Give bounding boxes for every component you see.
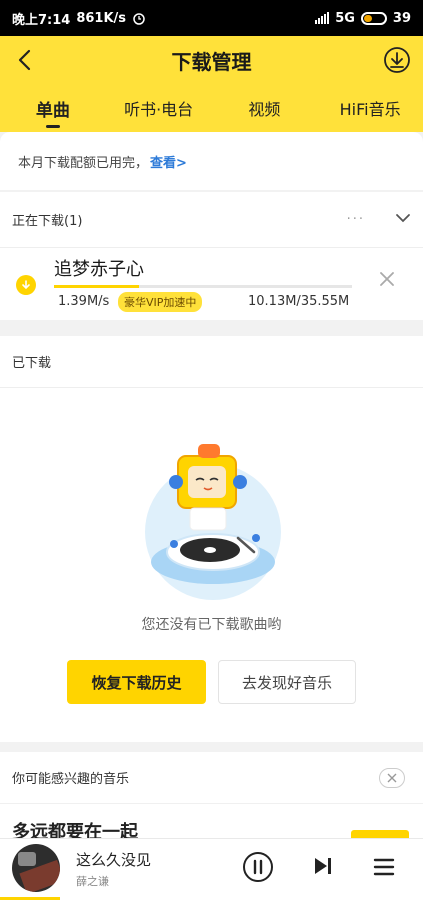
downloaded-header: 已下载: [0, 336, 423, 388]
playlist-icon[interactable]: [372, 855, 396, 879]
status-speed: 861K/s: [76, 10, 127, 26]
battery-level: 39: [392, 10, 411, 26]
player-song-title[interactable]: 这么久没见: [76, 849, 151, 870]
close-icon: [387, 773, 397, 783]
status-bar: 晚上7:14 861K/s 5G 39: [0, 0, 423, 36]
download-item[interactable]: 追梦赤子心 1.39M/s 豪华VIP加速中 10.13M/35.55M: [0, 249, 423, 320]
tab-video[interactable]: 视频: [212, 90, 318, 132]
recommend-header: 你可能感兴趣的音乐: [0, 752, 423, 804]
discover-music-button[interactable]: 去发现好音乐: [218, 660, 356, 704]
back-button[interactable]: [8, 44, 40, 76]
downloaded-section: 已下载 您还没有已下载歌曲哟 恢复下载历史 去发现好音乐: [0, 336, 423, 742]
downloaded-title: 已下载: [12, 356, 52, 371]
tab-bar: 单曲 听书·电台 视频 HiFi音乐: [0, 90, 423, 132]
recommend-close-button[interactable]: [379, 768, 405, 788]
tab-audiobooks-radio[interactable]: 听书·电台: [106, 90, 212, 132]
downloading-header: 正在下载(1) ···: [0, 192, 423, 248]
status-time: 晚上7:14: [12, 12, 71, 28]
restore-history-button[interactable]: 恢复下载历史: [67, 660, 206, 704]
download-circle-icon: [384, 47, 410, 73]
download-size: 10.13M/35.55M: [248, 294, 350, 309]
downloading-section: 正在下载(1) ··· 追梦赤子心 1.39M/s 豪华VIP加速中 10.13…: [0, 192, 423, 320]
downloading-title: 正在下载(1): [12, 214, 83, 229]
download-speed: 1.39M/s: [58, 294, 110, 309]
chevron-down-icon[interactable]: [395, 212, 411, 224]
download-song-title: 追梦赤子心: [54, 259, 144, 280]
next-track-icon[interactable]: [310, 853, 336, 879]
alarm-icon: [133, 13, 145, 25]
title-bar: 下载管理: [0, 36, 423, 84]
quota-text: 本月下载配额已用完，: [18, 155, 149, 171]
header: 下载管理 单曲 听书·电台 视频 HiFi音乐: [0, 36, 423, 132]
mini-player: 这么久没见 薛之谦: [0, 838, 423, 900]
empty-state-illustration: [145, 444, 281, 600]
status-left: 晚上7:14 861K/s: [12, 9, 146, 28]
downloading-icon: [16, 275, 36, 295]
tab-hifi-music[interactable]: HiFi音乐: [317, 90, 423, 132]
network-type: 5G: [335, 10, 355, 26]
more-options-button[interactable]: ···: [347, 212, 365, 227]
empty-state-message: 您还没有已下载歌曲哟: [141, 617, 282, 633]
download-progress-fill: [54, 285, 139, 288]
download-progress-bar: [54, 285, 352, 288]
download-settings-button[interactable]: [381, 44, 413, 76]
page-title: 下载管理: [171, 49, 252, 74]
battery-icon: [360, 11, 387, 25]
quota-view-link[interactable]: 查看>: [150, 152, 187, 171]
recommend-title: 你可能感兴趣的音乐: [12, 772, 130, 787]
tab-singles[interactable]: 单曲: [0, 90, 106, 132]
vip-acceleration-badge: 豪华VIP加速中: [118, 292, 203, 312]
album-cover[interactable]: [12, 844, 60, 892]
back-arrow-icon: [18, 49, 31, 71]
quota-notice: 本月下载配额已用完， 查看>: [0, 132, 423, 190]
status-right: 5G 39: [315, 11, 411, 26]
signal-icon: [315, 12, 330, 24]
cancel-download-icon[interactable]: [377, 269, 397, 289]
player-artist: 薛之谦: [76, 875, 109, 888]
recommend-section: 你可能感兴趣的音乐 多远都要在一起: [0, 752, 423, 848]
pause-icon[interactable]: [242, 851, 274, 883]
